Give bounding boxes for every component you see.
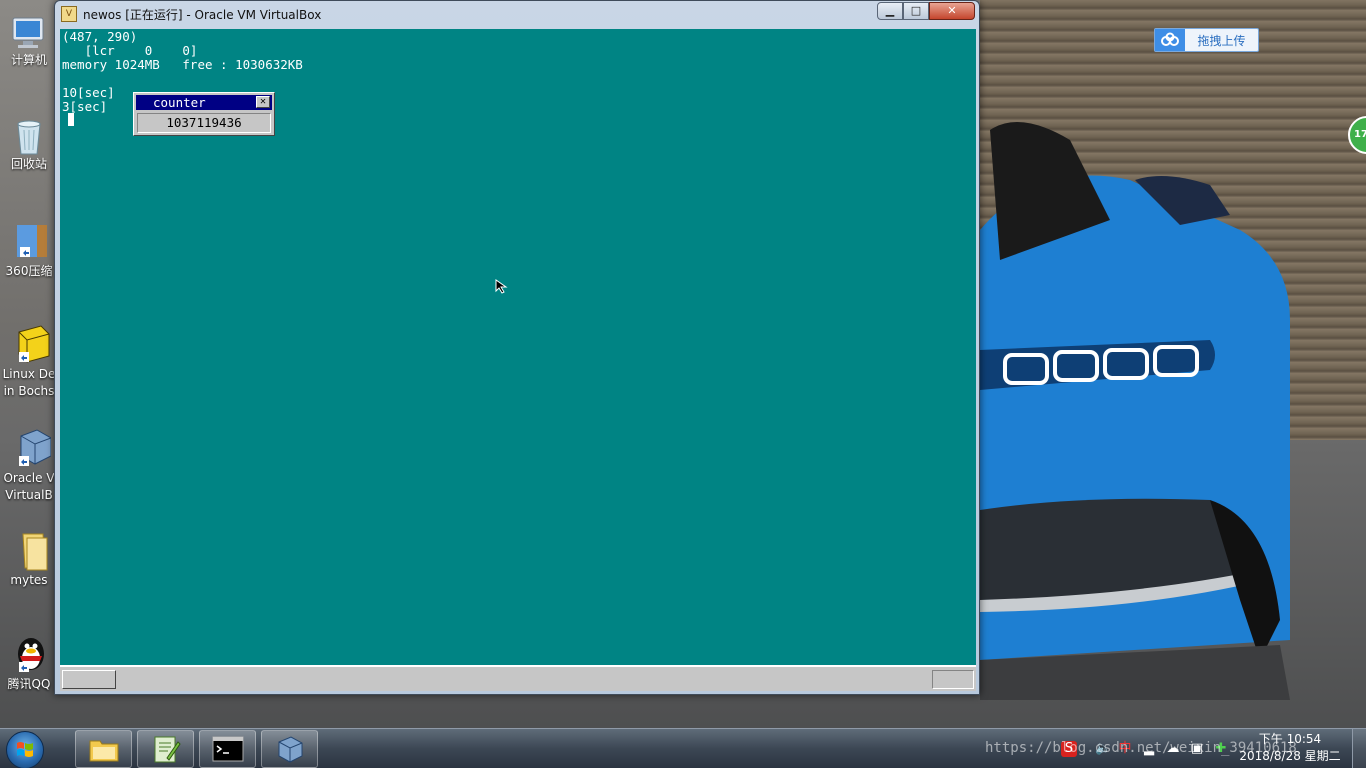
desktop-icon-virtualbox[interactable]: Oracle V VirtualB <box>0 420 58 516</box>
desktop-icon-label: Oracle V <box>3 471 55 485</box>
folder-icon <box>89 740 118 762</box>
counter-display: 1037119436 <box>137 113 271 133</box>
desktop-icon-360-compress[interactable]: 360压缩 <box>0 213 58 309</box>
maximize-button[interactable]: □ <box>903 2 929 20</box>
csdn-watermark: https://blog.csdn.net/weixin_39410618 <box>985 740 1297 756</box>
desktop-icon-label: 腾讯QQ <box>7 677 51 691</box>
show-desktop-button[interactable] <box>1352 729 1366 768</box>
counter-value: 1037119436 <box>166 115 242 130</box>
virtualbox-window[interactable]: V newos [正在运行] - Oracle VM VirtualBox ▁ … <box>54 0 980 695</box>
recycle-bin-icon <box>17 120 41 155</box>
window-controls: ▁ □ ✕ <box>877 2 975 20</box>
text-cursor <box>68 113 74 126</box>
folder-icon <box>22 533 48 571</box>
wallpaper-car <box>980 122 1290 700</box>
counter-close-button[interactable]: ✕ <box>256 96 270 108</box>
command-prompt-icon <box>212 736 243 762</box>
desktop-icon-label: Linux De <box>2 367 56 381</box>
windows-logo-icon <box>17 742 33 757</box>
window-title: newos [正在运行] - Oracle VM VirtualBox <box>83 7 322 22</box>
drag-upload-label: 拖拽上传 <box>1197 33 1246 48</box>
desktop-icon-qq[interactable]: 腾讯QQ <box>0 626 58 722</box>
desktop-icon-label: 计算机 <box>10 53 47 67</box>
baidu-cloud-icon <box>1155 29 1185 51</box>
window-titlebar[interactable]: V newos [正在运行] - Oracle VM VirtualBox ▁ … <box>55 1 979 27</box>
virtualbox-app-icon[interactable]: V <box>61 6 77 22</box>
notepad-plus-plus-icon <box>154 736 181 763</box>
desktop-icon-mytest-folder[interactable]: mytes <box>0 522 58 618</box>
taskbar-file-explorer[interactable] <box>75 730 132 768</box>
bochs-box-icon <box>18 325 50 363</box>
guest-taskbar <box>60 665 976 691</box>
desktop-icon-computer[interactable]: 计算机 <box>0 6 58 102</box>
desktop-icon-label: 360压缩 <box>5 264 53 278</box>
guest-start-button[interactable] <box>62 670 116 689</box>
desktop-icon-label: mytes <box>10 573 48 587</box>
start-button[interactable] <box>6 731 44 768</box>
archive-folder-icon <box>17 225 47 257</box>
desktop-icon-label: in Bochs <box>3 384 55 398</box>
close-button[interactable]: ✕ <box>929 2 975 20</box>
desktop-icon-label: VirtualB <box>5 488 53 502</box>
taskbar-command-prompt[interactable] <box>199 730 256 768</box>
qq-penguin-icon <box>18 638 44 672</box>
desktop-icon-label: 回收站 <box>10 157 47 171</box>
drag-upload-button[interactable]: 拖拽上传 <box>1154 28 1259 52</box>
taskbar-virtualbox[interactable] <box>261 730 318 768</box>
timer-10-sec-text: 10[sec] <box>62 85 115 100</box>
computer-icon <box>12 17 44 48</box>
mouse-pointer-icon <box>495 279 508 294</box>
virtualbox-icon <box>19 429 51 466</box>
minimize-button[interactable]: ▁ <box>877 2 903 20</box>
mouse-position-readout: (487, 290) <box>62 29 138 44</box>
counter-title: counter <box>153 95 206 110</box>
desktop-icon-recycle-bin[interactable]: 回收站 <box>0 110 58 206</box>
guest-os-screen[interactable]: (487, 290) [lcr 0 0] memory 1024MB free … <box>60 29 976 691</box>
taskbar-notepad-plus-plus[interactable] <box>137 730 194 768</box>
desktop-icon-linux-bochs[interactable]: Linux De in Bochs <box>0 316 58 412</box>
counter-window[interactable]: counter ✕ 1037119436 <box>133 92 275 136</box>
virtualbox-icon <box>278 736 302 763</box>
timer-3-sec-text: 3[sec] <box>62 99 108 114</box>
mouse-buttons-readout: [lcr 0 0] <box>62 43 198 58</box>
counter-titlebar[interactable]: counter ✕ <box>136 95 272 110</box>
guest-tray <box>932 670 974 689</box>
memory-readout: memory 1024MB free : 1030632KB <box>62 57 303 72</box>
